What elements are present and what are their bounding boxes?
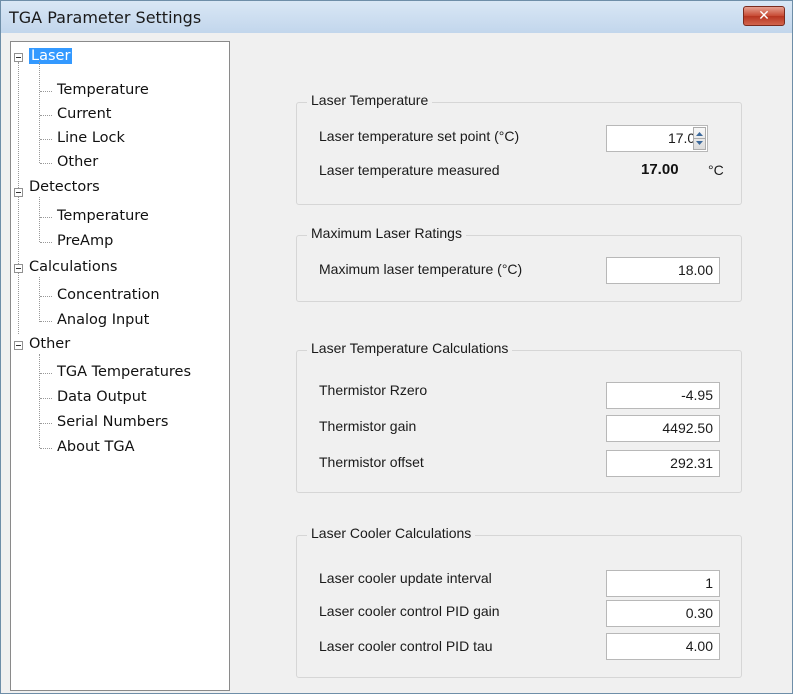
tree-item-serial-numbers[interactable]: Serial Numbers: [57, 414, 168, 430]
window-title: TGA Parameter Settings: [9, 8, 202, 27]
tree-item-laser-current[interactable]: Current: [57, 106, 111, 122]
tree-branch: [40, 242, 52, 243]
pid-tau-input[interactable]: 4.00: [606, 633, 720, 660]
offset-label: Thermistor offset: [319, 454, 424, 470]
tree-branch: [40, 321, 52, 322]
tree-line-other: [39, 354, 40, 448]
tree-item-concentration[interactable]: Concentration: [57, 287, 160, 303]
tree-line-laser: [39, 62, 40, 163]
close-button[interactable]: ✕: [743, 6, 785, 26]
tree-branch: [40, 217, 52, 218]
navigation-tree: Laser Temperature Current Line Lock Othe…: [10, 41, 230, 691]
tree-branch: [40, 373, 52, 374]
measured-value: 17.00: [641, 161, 679, 178]
rzero-input[interactable]: -4.95: [606, 382, 720, 409]
tree-line-detectors: [39, 197, 40, 242]
group-title: Maximum Laser Ratings: [307, 225, 466, 241]
setpoint-label: Laser temperature set point (°C): [319, 128, 520, 144]
interval-input[interactable]: 1: [606, 570, 720, 597]
collapse-laser-icon[interactable]: [14, 53, 23, 62]
pid-gain-input[interactable]: 0.30: [606, 600, 720, 627]
tree-branch: [40, 115, 52, 116]
tree-item-about-tga[interactable]: About TGA: [57, 439, 135, 455]
group-title: Laser Cooler Calculations: [307, 525, 476, 541]
tree-item-detectors[interactable]: Detectors: [29, 179, 100, 195]
gain-label: Thermistor gain: [319, 418, 417, 434]
tree-branch: [40, 139, 52, 140]
collapse-detectors-icon[interactable]: [14, 188, 23, 197]
tree-branch: [40, 296, 52, 297]
measured-unit: °C: [708, 162, 724, 178]
tree-branch: [40, 448, 52, 449]
tree-item-detectors-temperature[interactable]: Temperature: [57, 208, 149, 224]
tree-item-calculations[interactable]: Calculations: [29, 259, 117, 275]
max-temp-label: Maximum laser temperature (°C): [319, 261, 523, 277]
collapse-other-icon[interactable]: [14, 341, 23, 350]
tree-item-data-output[interactable]: Data Output: [57, 389, 147, 405]
tree-branch: [40, 398, 52, 399]
max-temp-input[interactable]: 18.00: [606, 257, 720, 284]
laser-temperature-group: Laser Temperature: [296, 92, 742, 205]
pid-tau-label: Laser cooler control PID tau: [319, 638, 493, 654]
tree-root-line: [18, 62, 19, 334]
tree-branch: [40, 91, 52, 92]
tree-item-tga-temperatures[interactable]: TGA Temperatures: [57, 364, 191, 380]
measured-label: Laser temperature measured: [319, 162, 500, 178]
tree-item-detectors-preamp[interactable]: PreAmp: [57, 233, 113, 249]
tree-item-laser-line-lock[interactable]: Line Lock: [57, 130, 125, 146]
close-icon: ✕: [758, 8, 770, 24]
group-title: Laser Temperature Calculations: [307, 340, 513, 356]
settings-window: TGA Parameter Settings ✕ Laser Temperatu…: [0, 0, 793, 694]
interval-label: Laser cooler update interval: [319, 570, 492, 586]
pid-gain-label: Laser cooler control PID gain: [319, 603, 500, 619]
tree-branch: [40, 423, 52, 424]
tree-item-other[interactable]: Other: [29, 336, 70, 352]
gain-input[interactable]: 4492.50: [606, 415, 720, 442]
tree-item-laser-other[interactable]: Other: [57, 154, 98, 170]
title-bar[interactable]: TGA Parameter Settings ✕: [1, 1, 792, 33]
tree-item-laser[interactable]: Laser: [29, 48, 73, 64]
tree-branch: [40, 163, 52, 164]
offset-input[interactable]: 292.31: [606, 450, 720, 477]
collapse-calculations-icon[interactable]: [14, 264, 23, 273]
tree-line-calculations: [39, 277, 40, 322]
spin-arrows-icon[interactable]: [693, 127, 706, 150]
group-title: Laser Temperature: [307, 92, 433, 108]
tree-item-laser-temperature[interactable]: Temperature: [57, 82, 149, 98]
rzero-label: Thermistor Rzero: [319, 382, 428, 398]
tree-item-analog-input[interactable]: Analog Input: [57, 312, 149, 328]
